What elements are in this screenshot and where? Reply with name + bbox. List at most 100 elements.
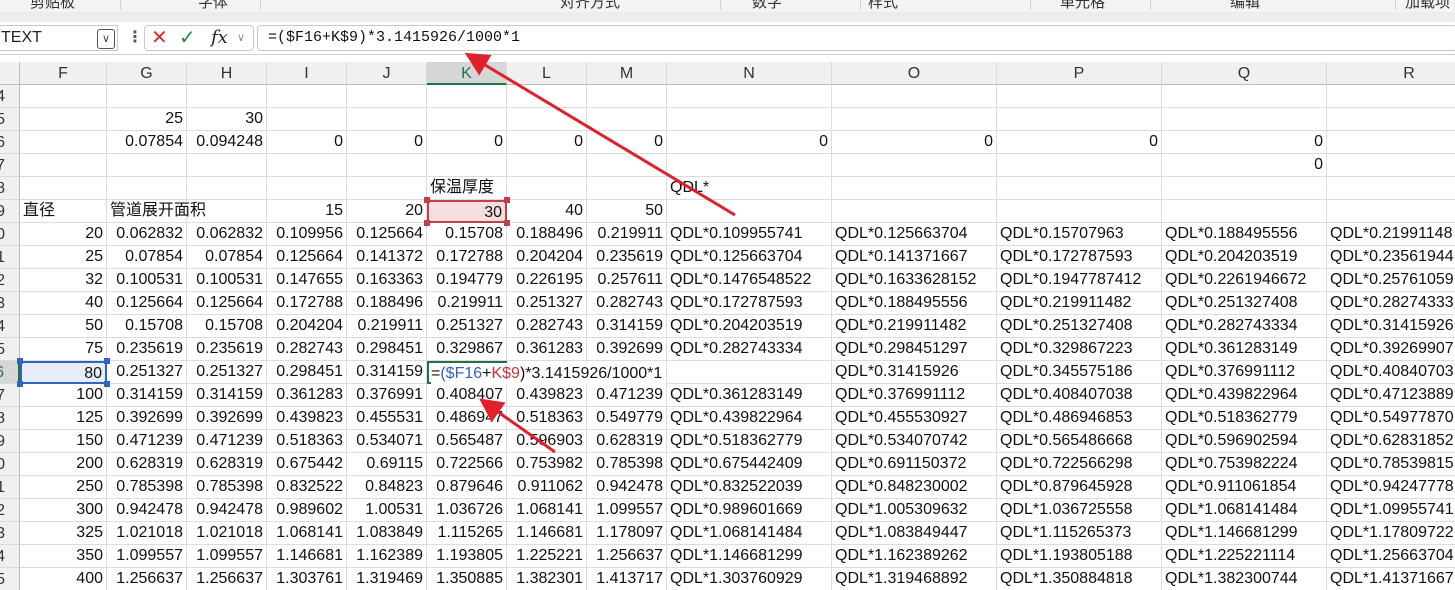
cell-o11[interactable]: QDL*0.141371667 — [832, 246, 997, 269]
cell-n22[interactable]: QDL*0.989601669 — [667, 499, 832, 522]
cell-i12[interactable]: 0.147655 — [267, 269, 347, 292]
cell-m25[interactable]: 1.413717 — [587, 568, 667, 590]
cell-n13[interactable]: QDL*0.172787593 — [667, 292, 832, 315]
cell-j12[interactable]: 0.163363 — [347, 269, 427, 292]
cell-n11[interactable]: QDL*0.125663704 — [667, 246, 832, 269]
cell-p12[interactable]: QDL*0.1947787412 — [997, 269, 1162, 292]
cell-h21[interactable]: 0.785398 — [187, 476, 267, 499]
cell-m7[interactable] — [587, 154, 667, 177]
cell-m12[interactable]: 0.257611 — [587, 269, 667, 292]
cell-g15[interactable]: 0.235619 — [107, 338, 187, 361]
column-header-j[interactable]: J — [347, 62, 427, 85]
cell-l18[interactable]: 0.518363 — [507, 407, 587, 430]
cell-g20[interactable]: 0.628319 — [107, 453, 187, 476]
cell-p9[interactable] — [997, 200, 1162, 223]
cell-h5[interactable]: 30 — [187, 108, 267, 131]
cell-i23[interactable]: 1.068141 — [267, 522, 347, 545]
cell-k19[interactable]: 0.565487 — [427, 430, 507, 453]
cell-p4[interactable] — [997, 85, 1162, 108]
cell-j7[interactable] — [347, 154, 427, 177]
cell-f18[interactable]: 125 — [20, 407, 107, 430]
cell-p7[interactable] — [997, 154, 1162, 177]
selection-handle[interactable] — [424, 197, 430, 203]
cell-r4[interactable] — [1327, 85, 1455, 108]
cell-g18[interactable]: 0.392699 — [107, 407, 187, 430]
cell-f4[interactable] — [20, 85, 107, 108]
cell-l11[interactable]: 0.204204 — [507, 246, 587, 269]
row-header[interactable]: 17 — [0, 384, 20, 407]
cell-i18[interactable]: 0.439823 — [267, 407, 347, 430]
cell-k9[interactable]: 30 — [427, 200, 507, 223]
column-header-q[interactable]: Q — [1162, 62, 1327, 85]
cell-i20[interactable]: 0.675442 — [267, 453, 347, 476]
insert-function-icon[interactable]: fx — [211, 27, 228, 49]
cell-h8[interactable] — [187, 177, 267, 200]
cell-m19[interactable]: 0.628319 — [587, 430, 667, 453]
cell-k21[interactable]: 0.879646 — [427, 476, 507, 499]
cell-m15[interactable]: 0.392699 — [587, 338, 667, 361]
cell-j21[interactable]: 0.84823 — [347, 476, 427, 499]
cell-p16[interactable]: QDL*0.345575186 — [997, 361, 1162, 384]
cell-n4[interactable] — [667, 85, 832, 108]
cell-o6[interactable]: 0 — [832, 131, 997, 154]
in-cell-formula[interactable]: =($F16+K$9)*3.1415926/1000*1 — [431, 363, 667, 385]
cell-f10[interactable]: 20 — [20, 223, 107, 246]
row-header[interactable]: 6 — [0, 131, 20, 154]
cell-l8[interactable] — [507, 177, 587, 200]
cell-m8[interactable] — [587, 177, 667, 200]
cell-j5[interactable] — [347, 108, 427, 131]
cell-l9[interactable]: 40 — [507, 200, 587, 223]
cell-k10[interactable]: 0.15708 — [427, 223, 507, 246]
cell-f22[interactable]: 300 — [20, 499, 107, 522]
cell-h25[interactable]: 1.256637 — [187, 568, 267, 590]
cell-q13[interactable]: QDL*0.251327408 — [1162, 292, 1327, 315]
cell-r6[interactable] — [1327, 131, 1455, 154]
cell-p22[interactable]: QDL*1.036725558 — [997, 499, 1162, 522]
cell-m10[interactable]: 0.219911 — [587, 223, 667, 246]
cell-l12[interactable]: 0.226195 — [507, 269, 587, 292]
cell-k8[interactable]: 保温厚度 — [427, 177, 507, 200]
cell-k20[interactable]: 0.722566 — [427, 453, 507, 476]
cell-j9[interactable]: 20 — [347, 200, 427, 223]
cell-g22[interactable]: 0.942478 — [107, 499, 187, 522]
cell-f11[interactable]: 25 — [20, 246, 107, 269]
cell-p5[interactable] — [997, 108, 1162, 131]
cell-g4[interactable] — [107, 85, 187, 108]
cell-r23[interactable]: QDL*1.17809722 — [1327, 522, 1455, 545]
cell-j14[interactable]: 0.219911 — [347, 315, 427, 338]
chevron-down-icon[interactable]: ∨ — [237, 27, 245, 49]
cell-n14[interactable]: QDL*0.204203519 — [667, 315, 832, 338]
column-header-o[interactable]: O — [832, 62, 997, 85]
cell-f7[interactable] — [20, 154, 107, 177]
cell-l15[interactable]: 0.361283 — [507, 338, 587, 361]
cell-p21[interactable]: QDL*0.879645928 — [997, 476, 1162, 499]
cell-l5[interactable] — [507, 108, 587, 131]
cell-i21[interactable]: 0.832522 — [267, 476, 347, 499]
cell-j13[interactable]: 0.188496 — [347, 292, 427, 315]
cell-h12[interactable]: 0.100531 — [187, 269, 267, 292]
cell-m6[interactable]: 0 — [587, 131, 667, 154]
cell-i5[interactable] — [267, 108, 347, 131]
cell-k13[interactable]: 0.219911 — [427, 292, 507, 315]
cell-m5[interactable] — [587, 108, 667, 131]
cell-k6[interactable]: 0 — [427, 131, 507, 154]
cell-q9[interactable] — [1162, 200, 1327, 223]
row-header[interactable]: 9 — [0, 200, 20, 223]
cell-p13[interactable]: QDL*0.219911482 — [997, 292, 1162, 315]
cell-f24[interactable]: 350 — [20, 545, 107, 568]
cell-f13[interactable]: 40 — [20, 292, 107, 315]
cell-g8[interactable] — [107, 177, 187, 200]
cell-r19[interactable]: QDL*0.62831852 — [1327, 430, 1455, 453]
cell-l21[interactable]: 0.911062 — [507, 476, 587, 499]
cell-f23[interactable]: 325 — [20, 522, 107, 545]
cell-r25[interactable]: QDL*1.41371667 — [1327, 568, 1455, 590]
cell-i17[interactable]: 0.361283 — [267, 384, 347, 407]
cell-r24[interactable]: QDL*1.25663704 — [1327, 545, 1455, 568]
cell-j22[interactable]: 1.00531 — [347, 499, 427, 522]
cell-q10[interactable]: QDL*0.188495556 — [1162, 223, 1327, 246]
cell-q16[interactable]: QDL*0.376991112 — [1162, 361, 1327, 384]
cell-m22[interactable]: 1.099557 — [587, 499, 667, 522]
row-header[interactable]: 11 — [0, 246, 20, 269]
cell-h15[interactable]: 0.235619 — [187, 338, 267, 361]
cell-p19[interactable]: QDL*0.565486668 — [997, 430, 1162, 453]
